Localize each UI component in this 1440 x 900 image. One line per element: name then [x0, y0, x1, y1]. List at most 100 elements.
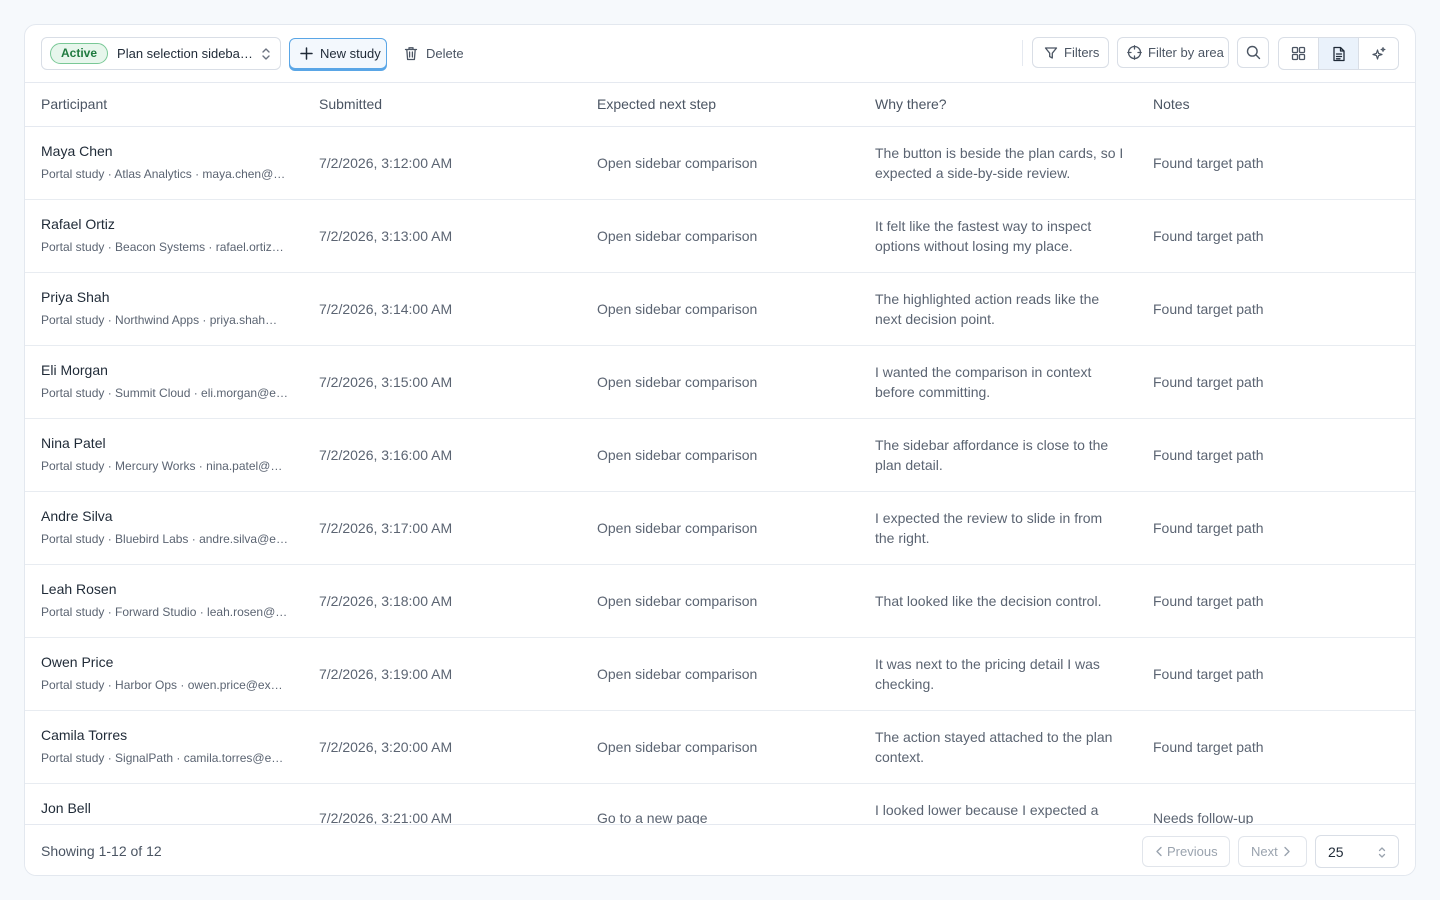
chevron-updown-icon [1378, 847, 1386, 858]
submitted-cell: 7/2/2026, 3:18:00 AM [319, 593, 453, 609]
why-there-cell: I expected the review to slide in from t… [875, 510, 1103, 546]
notes-cell: Found target path [1153, 520, 1264, 536]
participant-name: Maya Chen [41, 143, 113, 159]
participant-name: Priya Shah [41, 289, 110, 305]
new-study-label: New study [320, 46, 381, 61]
previous-page-button[interactable]: Previous [1142, 836, 1230, 867]
participant-meta: Portal study · SignalPath · camila.torre… [41, 751, 289, 765]
search-button[interactable] [1237, 37, 1269, 68]
why-there-cell: It was next to the pricing detail I was … [875, 656, 1100, 692]
submitted-cell: 7/2/2026, 3:20:00 AM [319, 739, 453, 755]
filter-by-area-button[interactable]: Filter by area [1117, 37, 1229, 68]
participant-meta: Portal study · Summit Cloud · eli.morgan… [41, 386, 289, 400]
table-footer: Showing 1-12 of 12 Previous Next 25 [25, 824, 1415, 875]
submitted-cell: 7/2/2026, 3:12:00 AM [319, 155, 453, 171]
participant-meta: Portal study · Atlas Analytics · maya.ch… [41, 167, 289, 181]
notes-cell: Found target path [1153, 228, 1264, 244]
filters-label: Filters [1064, 45, 1100, 60]
submitted-cell: 7/2/2026, 3:19:00 AM [319, 666, 453, 682]
ai-view-button[interactable] [1359, 38, 1398, 69]
why-there-cell: The sidebar affordance is close to the p… [875, 437, 1109, 473]
column-header-participant[interactable]: Participant [41, 96, 107, 112]
view-mode-toggle [1278, 37, 1399, 70]
participant-meta: Portal study · Northwind Apps · priya.sh… [41, 313, 289, 327]
trash-icon [404, 47, 418, 61]
submitted-cell: 7/2/2026, 3:16:00 AM [319, 447, 453, 463]
expected-step-cell: Go to a new page [597, 810, 708, 824]
expected-step-cell: Open sidebar comparison [597, 301, 758, 317]
participant-name: Nina Patel [41, 435, 106, 451]
next-label: Next [1251, 844, 1278, 859]
crosshair-icon [1127, 45, 1142, 60]
notes-cell: Found target path [1153, 447, 1264, 463]
table-row[interactable]: Andre Silva Portal study · Bluebird Labs… [25, 492, 1415, 565]
why-there-cell: The button is beside the plan cards, so … [875, 145, 1124, 181]
table-row[interactable]: Jon Bell 7/2/2026, 3:21:00 AM Go to a ne… [25, 784, 1415, 824]
participant-meta: Portal study · Mercury Works · nina.pate… [41, 459, 289, 473]
plus-icon [300, 47, 313, 60]
table-body: Maya Chen Portal study · Atlas Analytics… [25, 127, 1415, 824]
notes-cell: Found target path [1153, 666, 1264, 682]
study-select[interactable]: Active Plan selection sidebar review [41, 37, 281, 70]
submitted-cell: 7/2/2026, 3:21:00 AM [319, 810, 453, 824]
expected-step-cell: Open sidebar comparison [597, 520, 758, 536]
table-row[interactable]: Nina Patel Portal study · Mercury Works … [25, 419, 1415, 492]
participant-name: Eli Morgan [41, 362, 108, 378]
filter-by-area-label: Filter by area [1148, 45, 1224, 60]
participant-name: Andre Silva [41, 508, 113, 524]
table-row[interactable]: Maya Chen Portal study · Atlas Analytics… [25, 127, 1415, 200]
chevron-left-icon [1156, 846, 1162, 857]
search-icon [1246, 45, 1260, 60]
column-header-submitted[interactable]: Submitted [319, 96, 382, 112]
expected-step-cell: Open sidebar comparison [597, 155, 758, 171]
filters-button[interactable]: Filters [1032, 37, 1109, 68]
submitted-cell: 7/2/2026, 3:15:00 AM [319, 374, 453, 390]
expected-step-cell: Open sidebar comparison [597, 739, 758, 755]
table-row[interactable]: Rafael Ortiz Portal study · Beacon Syste… [25, 200, 1415, 273]
participant-meta: Portal study · Forward Studio · leah.ros… [41, 605, 289, 619]
table-row[interactable]: Owen Price Portal study · Harbor Ops · o… [25, 638, 1415, 711]
page-size-value: 25 [1328, 843, 1344, 860]
chevron-right-icon [1284, 846, 1290, 857]
delete-label: Delete [426, 46, 464, 61]
expected-step-cell: Open sidebar comparison [597, 593, 758, 609]
table-row[interactable]: Camila Torres Portal study · SignalPath … [25, 711, 1415, 784]
status-badge: Active [50, 43, 109, 64]
participant-meta: Portal study · Harbor Ops · owen.price@e… [41, 678, 289, 692]
submitted-cell: 7/2/2026, 3:14:00 AM [319, 301, 453, 317]
document-view-button[interactable] [1319, 38, 1359, 69]
results-count: Showing 1-12 of 12 [41, 843, 162, 859]
why-there-cell: I wanted the comparison in context befor… [875, 364, 1092, 400]
study-name: Plan selection sidebar review [117, 46, 253, 61]
new-study-button[interactable]: New study [289, 38, 387, 69]
delete-button[interactable]: Delete [402, 38, 474, 69]
notes-cell: Found target path [1153, 374, 1264, 390]
notes-cell: Found target path [1153, 301, 1264, 317]
why-there-cell: The action stayed attached to the plan c… [875, 729, 1113, 765]
why-there-cell: I looked lower because I expected a [875, 802, 1099, 818]
expected-step-cell: Open sidebar comparison [597, 228, 758, 244]
participant-meta: Portal study · Beacon Systems · rafael.o… [41, 240, 289, 254]
participant-name: Camila Torres [41, 727, 128, 743]
notes-cell: Needs follow-up [1153, 810, 1254, 824]
expected-step-cell: Open sidebar comparison [597, 374, 758, 390]
table-row[interactable]: Leah Rosen Portal study · Forward Studio… [25, 565, 1415, 638]
notes-cell: Found target path [1153, 155, 1264, 171]
grid-icon [1291, 46, 1306, 61]
submitted-cell: 7/2/2026, 3:17:00 AM [319, 520, 453, 536]
sparkle-icon [1371, 46, 1385, 60]
page-size-select[interactable]: 25 [1315, 835, 1399, 868]
next-page-button[interactable]: Next [1238, 836, 1307, 867]
column-header-notes[interactable]: Notes [1153, 96, 1190, 112]
expected-step-cell: Open sidebar comparison [597, 447, 758, 463]
table-row[interactable]: Priya Shah Portal study · Northwind Apps… [25, 273, 1415, 346]
document-icon [1332, 46, 1345, 61]
responses-panel: Active Plan selection sidebar review New… [24, 24, 1416, 876]
column-header-why-there[interactable]: Why there? [875, 96, 947, 112]
column-header-expected-next-step[interactable]: Expected next step [597, 96, 716, 112]
grid-view-button[interactable] [1279, 38, 1319, 69]
participant-name: Rafael Ortiz [41, 216, 115, 232]
participant-name: Jon Bell [41, 800, 91, 816]
table-row[interactable]: Eli Morgan Portal study · Summit Cloud ·… [25, 346, 1415, 419]
toolbar-divider [1022, 40, 1023, 66]
